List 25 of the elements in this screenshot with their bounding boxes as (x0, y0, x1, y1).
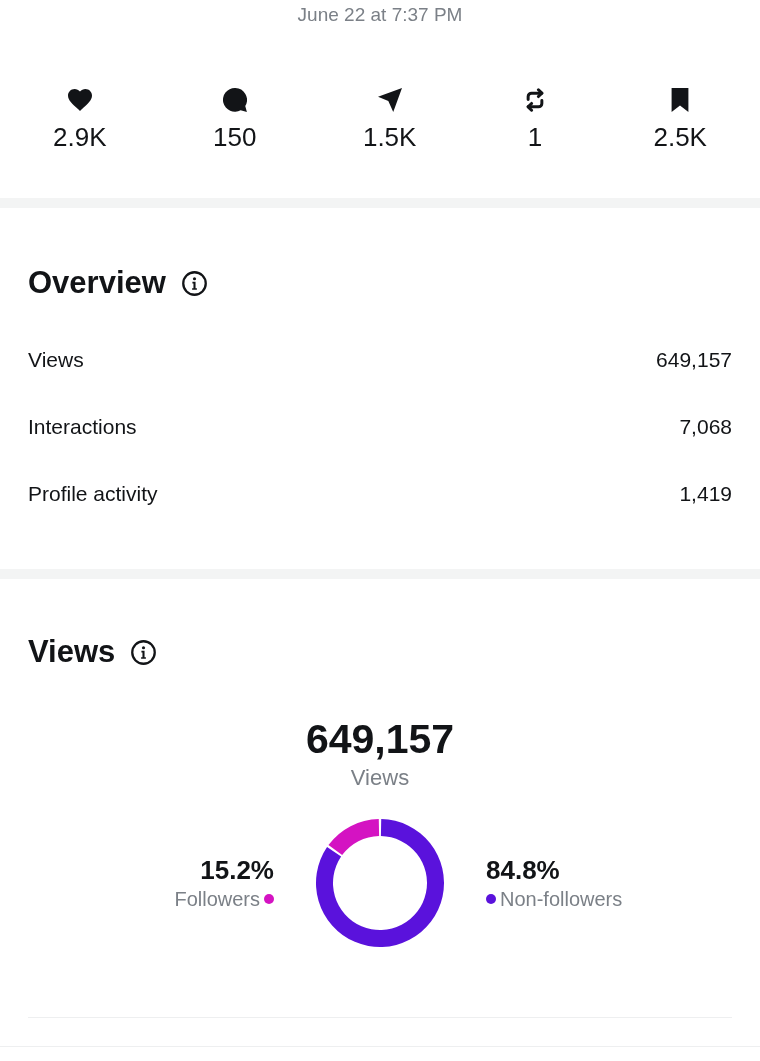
info-icon[interactable] (181, 270, 207, 296)
views-total: 649,157 (304, 715, 456, 763)
views-label: Views (349, 765, 411, 791)
stat-count: 1 (527, 122, 543, 152)
metric-value: 1,419 (679, 480, 732, 507)
legend-label: Non-followers (500, 887, 623, 911)
stat-count: 150 (213, 122, 257, 152)
info-icon[interactable] (131, 639, 157, 665)
metric-value: 7,068 (679, 413, 732, 440)
metric-label: Interactions (28, 413, 137, 440)
paper-plane-icon (377, 88, 402, 112)
section-title: Views (28, 633, 116, 671)
stat-count: 2.5K (653, 122, 707, 152)
post-timestamp: June 22 at 7:37 PM (296, 3, 464, 27)
metric-label: Views (28, 346, 84, 373)
metric-label: Profile activity (28, 480, 158, 507)
metric-value: 649,157 (656, 346, 732, 373)
heart-icon (67, 88, 92, 112)
legend-percent: 15.2% (200, 855, 274, 885)
legend-label: Followers (174, 887, 260, 911)
stat-count: 1.5K (362, 122, 417, 152)
legend-percent: 84.8% (486, 855, 560, 885)
speech-bubble-icon (222, 88, 247, 112)
stat-count: 2.9K (53, 122, 107, 152)
section-title: Overview (28, 264, 166, 302)
